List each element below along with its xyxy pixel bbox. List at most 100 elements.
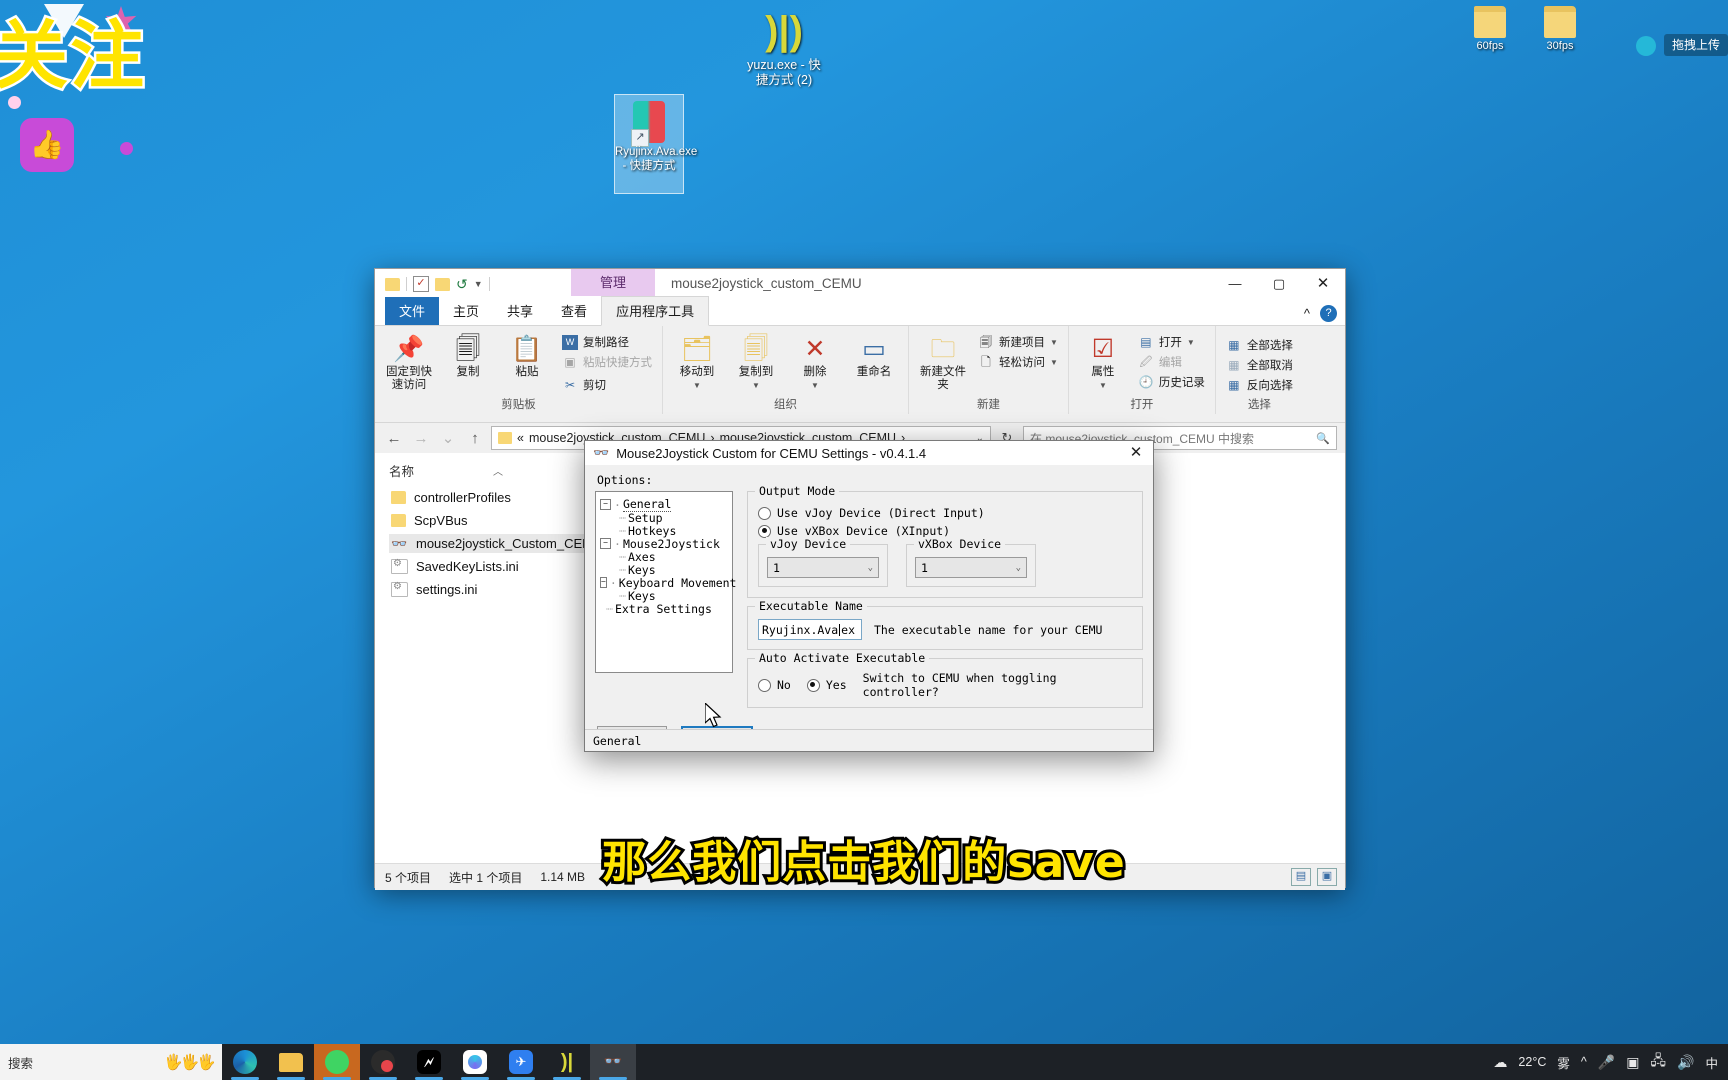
tab-file[interactable]: 文件 (385, 297, 440, 325)
desktop[interactable]: 关注 👍 )|) yuzu.exe - 快捷方式 (2) ↗ Ryujinx.A… (0, 0, 1728, 1080)
tree-item-setup[interactable]: ┈ Setup (600, 511, 728, 525)
weather-desc[interactable]: 雾 (1557, 1053, 1570, 1072)
taskbar-app-file-explorer[interactable] (268, 1044, 314, 1080)
ribbon[interactable]: 📌 固定到快速访问 🗐 复制 📋 粘贴 W 复制路径 ▣ 粘贴快捷方式 ✂ 剪切… (375, 326, 1345, 423)
mouse2joystick-icon: 👓 (603, 1053, 623, 1070)
properties-button[interactable]: ☑ 属性 ▼ (1076, 330, 1130, 392)
help-icon[interactable]: ? (1320, 305, 1337, 322)
window-controls[interactable]: — ▢ ✕ (1213, 269, 1345, 299)
radio-auto-activate-yes[interactable]: Yes (806, 678, 847, 692)
quick-access-toolbar[interactable]: ✓ ↺ ▼ (375, 276, 490, 293)
microphone-icon[interactable]: 🎤 (1598, 1054, 1615, 1071)
tree-item-general[interactable]: − · General (600, 497, 728, 512)
rename-button[interactable]: ▭ 重命名 (847, 330, 901, 379)
network-icon[interactable]: 🖧 (1650, 1050, 1666, 1074)
close-button[interactable]: ✕ (1301, 269, 1345, 299)
new-item-button[interactable]: 🗐 新建项目 ▼ (975, 333, 1061, 351)
settings-dialog[interactable]: 👓 Mouse2Joystick Custom for CEMU Setting… (584, 440, 1154, 752)
radio-icon-checked[interactable] (806, 678, 820, 692)
tab-home[interactable]: 主页 (439, 297, 493, 325)
copy-path-button[interactable]: W 复制路径 (559, 333, 655, 351)
tree-item-keys[interactable]: ┈ Keys (600, 563, 728, 577)
cut-button[interactable]: ✂ 剪切 (559, 376, 655, 394)
easy-access-button[interactable]: 🗋 轻松访问 ▼ (975, 353, 1061, 371)
move-to-button[interactable]: 🗂 移动到 ▼ (670, 330, 724, 392)
vjoy-device-group: vJoy Device 1 ⌄ (758, 537, 888, 587)
desktop-icon-label: Ryujinx.Ava.exe - 快捷方式 (615, 146, 698, 172)
desktop-icon-yuzu[interactable]: )|) yuzu.exe - 快捷方式 (2) (742, 8, 826, 88)
desktop-icon-ryujinx[interactable]: ↗ Ryujinx.Ava.exe - 快捷方式 (614, 94, 698, 194)
radio-label: No (777, 678, 791, 692)
open-button[interactable]: ▤ 打开 ▼ (1135, 333, 1208, 351)
options-tree[interactable]: − · General ┈ Setup ┈ Hotkeys − · Mouse2… (595, 491, 736, 673)
expander-icon[interactable]: − (600, 499, 611, 510)
radio-use-vxbox[interactable]: Use vXBox Device (XInput) (758, 524, 1132, 538)
explorer-titlebar[interactable]: ✓ ↺ ▼ 管理 mouse2joystick_custom_CEMU — ▢ … (375, 269, 1345, 299)
undo-icon[interactable]: ↺ (456, 276, 468, 293)
ime-indicator[interactable]: 中 (1705, 1053, 1718, 1072)
tab-application-tools[interactable]: 应用程序工具 (601, 296, 710, 326)
history-button[interactable]: 🕘 历史记录 (1135, 373, 1208, 391)
tab-share[interactable]: 共享 (493, 297, 547, 325)
expander-icon[interactable]: − (600, 538, 611, 549)
copy-button[interactable]: 🗐 复制 (441, 330, 495, 379)
system-tray[interactable]: ☁ 22°C 雾 ^ 🎤 ▣ 🖧 🔊 中 (1493, 1050, 1728, 1074)
radio-icon-checked[interactable] (758, 524, 771, 538)
paste-button[interactable]: 📋 粘贴 (500, 330, 554, 379)
screen-share-icon[interactable]: ▣ (1626, 1054, 1639, 1071)
invert-selection-button[interactable]: ▦ 反向选择 (1223, 376, 1296, 394)
tree-item-extra-settings[interactable]: ┈ Extra Settings (600, 602, 728, 616)
taskbar-app-mouse2joystick[interactable]: 👓 (590, 1044, 636, 1080)
collapse-ribbon-icon[interactable]: ^ (1304, 306, 1310, 321)
taskbar[interactable]: 搜索 🖐🖐🖐 🗲 ✈ )| 👓 ☁ 22°C 雾 ^ 🎤 ▣ 🖧 🔊 中 (0, 1044, 1728, 1080)
vxbox-device-select[interactable]: 1 ⌄ (915, 557, 1027, 578)
tree-item-axes[interactable]: ┈ Axes (600, 550, 728, 564)
taskbar-app-yuzu[interactable]: )| (544, 1044, 590, 1080)
tree-item-keyboard-keys[interactable]: ┈ Keys (600, 589, 728, 603)
radio-icon[interactable] (758, 678, 771, 692)
tab-view[interactable]: 查看 (547, 297, 601, 325)
volume-icon[interactable]: 🔊 (1677, 1054, 1694, 1071)
maximize-button[interactable]: ▢ (1257, 269, 1301, 299)
taskbar-app-tim[interactable]: ✈ (498, 1044, 544, 1080)
tree-item-keyboard-movement[interactable]: − · Keyboard Movement (600, 576, 736, 590)
pin-to-quick-access-button[interactable]: 📌 固定到快速访问 (382, 330, 436, 392)
dialog-titlebar[interactable]: 👓 Mouse2Joystick Custom for CEMU Setting… (585, 441, 1153, 465)
new-folder-quick-icon[interactable] (435, 277, 450, 291)
weather-temp[interactable]: 22°C (1518, 1055, 1546, 1069)
expander-icon[interactable]: − (600, 577, 607, 588)
taskbar-app-photoshop[interactable] (452, 1044, 498, 1080)
taskbar-search[interactable]: 搜索 🖐🖐🖐 (0, 1044, 222, 1080)
up-button[interactable]: ↑ (464, 430, 486, 447)
edit-button[interactable]: 🖉 编辑 (1135, 353, 1208, 371)
chevron-down-icon[interactable]: ▼ (474, 279, 483, 289)
executable-name-input[interactable]: Ryujinx.Ava ex (758, 619, 862, 640)
paste-shortcut-button[interactable]: ▣ 粘贴快捷方式 (559, 353, 655, 371)
copy-to-button[interactable]: 🗐 复制到 ▼ (729, 330, 783, 392)
radio-auto-activate-no[interactable]: No (758, 678, 791, 692)
tree-item-mouse2joystick[interactable]: − · Mouse2Joystick (600, 537, 728, 551)
delete-button[interactable]: ✕ 删除 ▼ (788, 330, 842, 392)
tray-expand-icon[interactable]: ^ (1581, 1055, 1587, 1069)
ribbon-tabs[interactable]: 文件 主页 共享 查看 应用程序工具 ^ ? (375, 296, 1345, 326)
back-button[interactable]: ← (383, 430, 405, 447)
minimize-button[interactable]: — (1213, 269, 1257, 299)
weather-icon[interactable]: ☁ (1493, 1054, 1507, 1071)
close-icon[interactable]: ✕ (1119, 441, 1153, 465)
radio-icon[interactable] (758, 506, 771, 520)
ribbon-group-label: 剪贴板 (501, 399, 536, 411)
recent-locations-button[interactable]: ⌄ (437, 429, 459, 447)
new-folder-button[interactable]: 🗀 新建文件夹 (916, 330, 970, 392)
select-all-button[interactable]: ▦ 全部选择 (1223, 336, 1296, 354)
taskbar-app-wechat[interactable] (314, 1044, 360, 1080)
radio-use-vjoy[interactable]: Use vJoy Device (Direct Input) (758, 506, 1132, 520)
vjoy-device-select[interactable]: 1 ⌄ (767, 557, 879, 578)
search-input[interactable]: 搜索 (8, 1053, 33, 1072)
taskbar-app-chrome[interactable] (360, 1044, 406, 1080)
forward-button[interactable]: → (410, 430, 432, 447)
properties-quick-icon[interactable]: ✓ (413, 276, 429, 292)
tree-item-hotkeys[interactable]: ┈ Hotkeys (600, 524, 728, 538)
taskbar-app-capcut[interactable]: 🗲 (406, 1044, 452, 1080)
taskbar-app-edge[interactable] (222, 1044, 268, 1080)
select-none-button[interactable]: ▦ 全部取消 (1223, 356, 1296, 374)
